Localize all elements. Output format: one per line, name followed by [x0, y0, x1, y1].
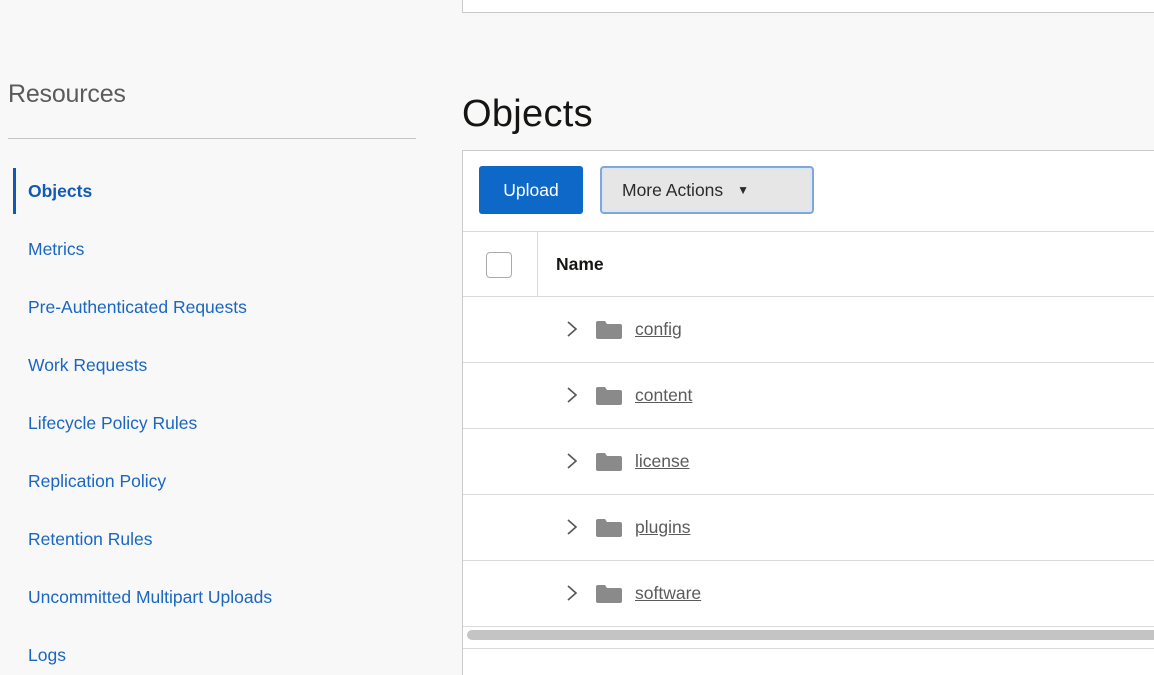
table-row: software — [463, 561, 1154, 627]
chevron-right-icon[interactable] — [564, 319, 580, 339]
page: Resources Objects Metrics Pre-Authentica… — [0, 0, 1154, 675]
upload-button[interactable]: Upload — [479, 166, 583, 214]
select-all-cell — [463, 232, 538, 296]
folder-link[interactable]: license — [635, 429, 689, 494]
folder-icon — [596, 519, 622, 537]
folder-link[interactable]: config — [635, 297, 682, 362]
previous-panel-edge — [462, 0, 1154, 13]
toolbar: Upload More Actions ▼ — [479, 166, 1154, 216]
page-title: Objects — [462, 93, 593, 136]
sidebar-item-retention-rules[interactable]: Retention Rules — [0, 510, 440, 568]
table-header: Name — [463, 231, 1154, 297]
folder-icon — [596, 321, 622, 339]
sidebar-item-objects[interactable]: Objects — [0, 162, 440, 220]
folder-link[interactable]: software — [635, 561, 701, 626]
resources-nav: Objects Metrics Pre-Authenticated Reques… — [0, 162, 440, 675]
table-row: license — [463, 429, 1154, 495]
sidebar-item-work-requests[interactable]: Work Requests — [0, 336, 440, 394]
column-header-name[interactable]: Name — [556, 232, 604, 296]
select-all-checkbox[interactable] — [486, 252, 512, 278]
caret-down-icon: ▼ — [737, 182, 750, 197]
folder-link[interactable]: plugins — [635, 495, 690, 560]
chevron-right-icon[interactable] — [564, 385, 580, 405]
more-actions-label: More Actions — [622, 179, 724, 200]
sidebar-item-replication-policy[interactable]: Replication Policy — [0, 452, 440, 510]
objects-table: Name config content license plugins soft… — [463, 231, 1154, 627]
table-row: plugins — [463, 495, 1154, 561]
chevron-right-icon[interactable] — [564, 517, 580, 537]
panel-divider — [463, 648, 1154, 649]
more-actions-button[interactable]: More Actions ▼ — [600, 166, 814, 214]
sidebar-item-lifecycle-policy-rules[interactable]: Lifecycle Policy Rules — [0, 394, 440, 452]
folder-icon — [596, 453, 622, 471]
chevron-right-icon[interactable] — [564, 451, 580, 471]
sidebar-item-logs[interactable]: Logs — [0, 626, 440, 675]
sidebar-item-metrics[interactable]: Metrics — [0, 220, 440, 278]
folder-icon — [596, 387, 622, 405]
resources-divider — [8, 138, 416, 139]
resources-heading: Resources — [8, 80, 126, 108]
objects-panel: Upload More Actions ▼ Name config content — [462, 150, 1154, 675]
table-row: content — [463, 363, 1154, 429]
sidebar-item-pre-authenticated-requests[interactable]: Pre-Authenticated Requests — [0, 278, 440, 336]
table-row: config — [463, 297, 1154, 363]
sidebar-item-uncommitted-multipart-uploads[interactable]: Uncommitted Multipart Uploads — [0, 568, 440, 626]
folder-icon — [596, 585, 622, 603]
folder-link[interactable]: content — [635, 363, 692, 428]
horizontal-scrollbar[interactable] — [467, 630, 1154, 640]
chevron-right-icon[interactable] — [564, 583, 580, 603]
